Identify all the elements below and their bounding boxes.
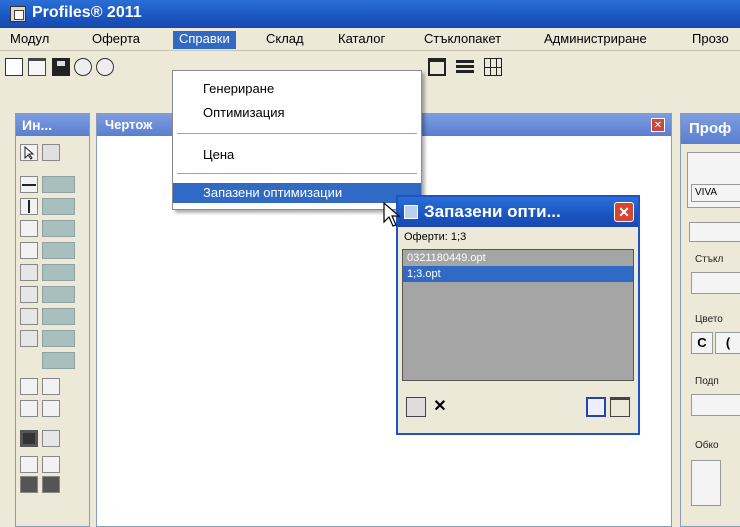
menu-catalog[interactable]: Каталог	[332, 31, 391, 49]
save-icon[interactable]	[52, 58, 70, 76]
panel-tool-icon[interactable]	[42, 476, 60, 493]
color-label: Цвето	[693, 314, 725, 325]
saved-optimizations-window: Запазени опти... ✕ Оферти: 1;3 032118044…	[396, 195, 640, 435]
zoom-in-icon[interactable]	[74, 58, 92, 76]
saved-files-list[interactable]: 0321180449.opt 1;3.opt	[402, 249, 634, 381]
app-icon	[10, 6, 26, 22]
menu-glass-unit[interactable]: Стъклопакет	[418, 31, 507, 49]
pointer-tool-icon[interactable]	[20, 144, 38, 161]
disabled-tool-icon	[20, 308, 38, 325]
profile-swatch-5[interactable]	[42, 264, 75, 281]
offers-label: Оферти: 1;3	[404, 231, 467, 243]
menu-reports[interactable]: Справки	[173, 31, 236, 49]
disabled-tool-icon	[42, 430, 60, 447]
vertical-profile-icon[interactable]	[20, 198, 38, 215]
load-document-icon[interactable]	[406, 397, 426, 417]
align-lines-icon[interactable]	[456, 58, 474, 76]
menu-offer[interactable]: Оферта	[86, 31, 146, 49]
glass-label: Стъкл	[693, 254, 726, 265]
export-icon[interactable]	[610, 397, 630, 417]
app-title-bar[interactable]: Profiles® 2011	[0, 0, 740, 28]
mouse-cursor-icon	[383, 202, 401, 227]
panel-tool-icon[interactable]	[20, 476, 38, 493]
delete-icon[interactable]: ✕	[430, 397, 450, 417]
sill-label: Подп	[693, 376, 721, 387]
multi-horizontal-icon[interactable]	[20, 220, 38, 237]
multi-vertical-icon[interactable]	[20, 242, 38, 259]
profile-swatch-6[interactable]	[42, 286, 75, 303]
color-second-button[interactable]: (	[715, 332, 740, 354]
glass-selector[interactable]	[691, 272, 740, 294]
open-folder-icon[interactable]	[28, 58, 46, 76]
frame-label: Обко	[693, 440, 721, 451]
zoom-out-icon[interactable]	[96, 58, 114, 76]
eraser-tool-icon[interactable]	[42, 144, 60, 161]
reports-dropdown: Генериране Оптимизация Цена Запазени опт…	[172, 70, 422, 210]
handle-tool-icon[interactable]	[42, 456, 60, 473]
new-file-icon[interactable]	[5, 58, 23, 76]
panel-button[interactable]	[689, 222, 740, 242]
list-item[interactable]: 0321180449.opt	[403, 250, 633, 266]
profile-swatch-3[interactable]	[42, 220, 75, 237]
sash-tool-icon[interactable]	[42, 378, 60, 395]
drawing-close-icon[interactable]: ✕	[651, 118, 665, 132]
color-c-button[interactable]: C	[691, 332, 713, 354]
app-title: Profiles® 2011	[32, 4, 142, 21]
menu-bar: Модул Оферта Справки Склад Каталог Стъкл…	[0, 28, 740, 51]
tool-palette: Ин...	[15, 113, 90, 527]
list-item[interactable]: 1;3.opt	[403, 266, 633, 282]
profile-swatch-1[interactable]	[42, 176, 75, 193]
frame-icon[interactable]	[428, 58, 446, 76]
save-window-icon[interactable]	[586, 397, 606, 417]
profiles-panel-title[interactable]: Проф	[681, 114, 740, 144]
palette-title[interactable]: Ин...	[16, 114, 89, 136]
fill-tool-icon[interactable]	[20, 430, 38, 447]
profile-swatch-9[interactable]	[42, 352, 75, 369]
menu-module[interactable]: Модул	[4, 31, 55, 49]
window-icon	[404, 205, 418, 219]
dropdown-item-saved-optimizations[interactable]: Запазени оптимизации	[173, 183, 421, 203]
dropdown-separator	[177, 133, 417, 134]
disabled-tool-icon	[20, 286, 38, 303]
close-icon[interactable]: ✕	[614, 202, 634, 222]
disabled-tool-icon	[20, 330, 38, 347]
disabled-tool-icon	[20, 264, 38, 281]
profile-swatch-7[interactable]	[42, 308, 75, 325]
profile-swatch-4[interactable]	[42, 242, 75, 259]
menu-administration[interactable]: Администриране	[538, 31, 653, 49]
dropdown-item-optimization[interactable]: Оптимизация	[173, 103, 421, 123]
profile-swatch-2[interactable]	[42, 198, 75, 215]
sash-tool-icon[interactable]	[20, 378, 38, 395]
door-tool-icon[interactable]	[20, 456, 38, 473]
sill-slider[interactable]	[691, 394, 740, 416]
sash-tool-icon[interactable]	[42, 400, 60, 417]
profile-select[interactable]: VIVA	[691, 184, 740, 202]
profiles-panel: Проф VIVA Стъкл Цвето C ( Подп Обко	[680, 113, 740, 527]
menu-windows[interactable]: Прозо	[686, 31, 735, 49]
sash-tool-icon[interactable]	[20, 400, 38, 417]
menu-warehouse[interactable]: Склад	[260, 31, 310, 49]
horizontal-profile-icon[interactable]	[20, 176, 38, 193]
grid-icon[interactable]	[484, 58, 502, 76]
dropdown-separator	[177, 173, 417, 174]
profile-swatch-8[interactable]	[42, 330, 75, 347]
saved-window-title[interactable]: Запазени опти...	[398, 197, 638, 227]
dropdown-item-generate[interactable]: Генериране	[173, 79, 421, 99]
frame-preview[interactable]	[691, 460, 721, 506]
dropdown-item-price[interactable]: Цена	[173, 145, 421, 165]
